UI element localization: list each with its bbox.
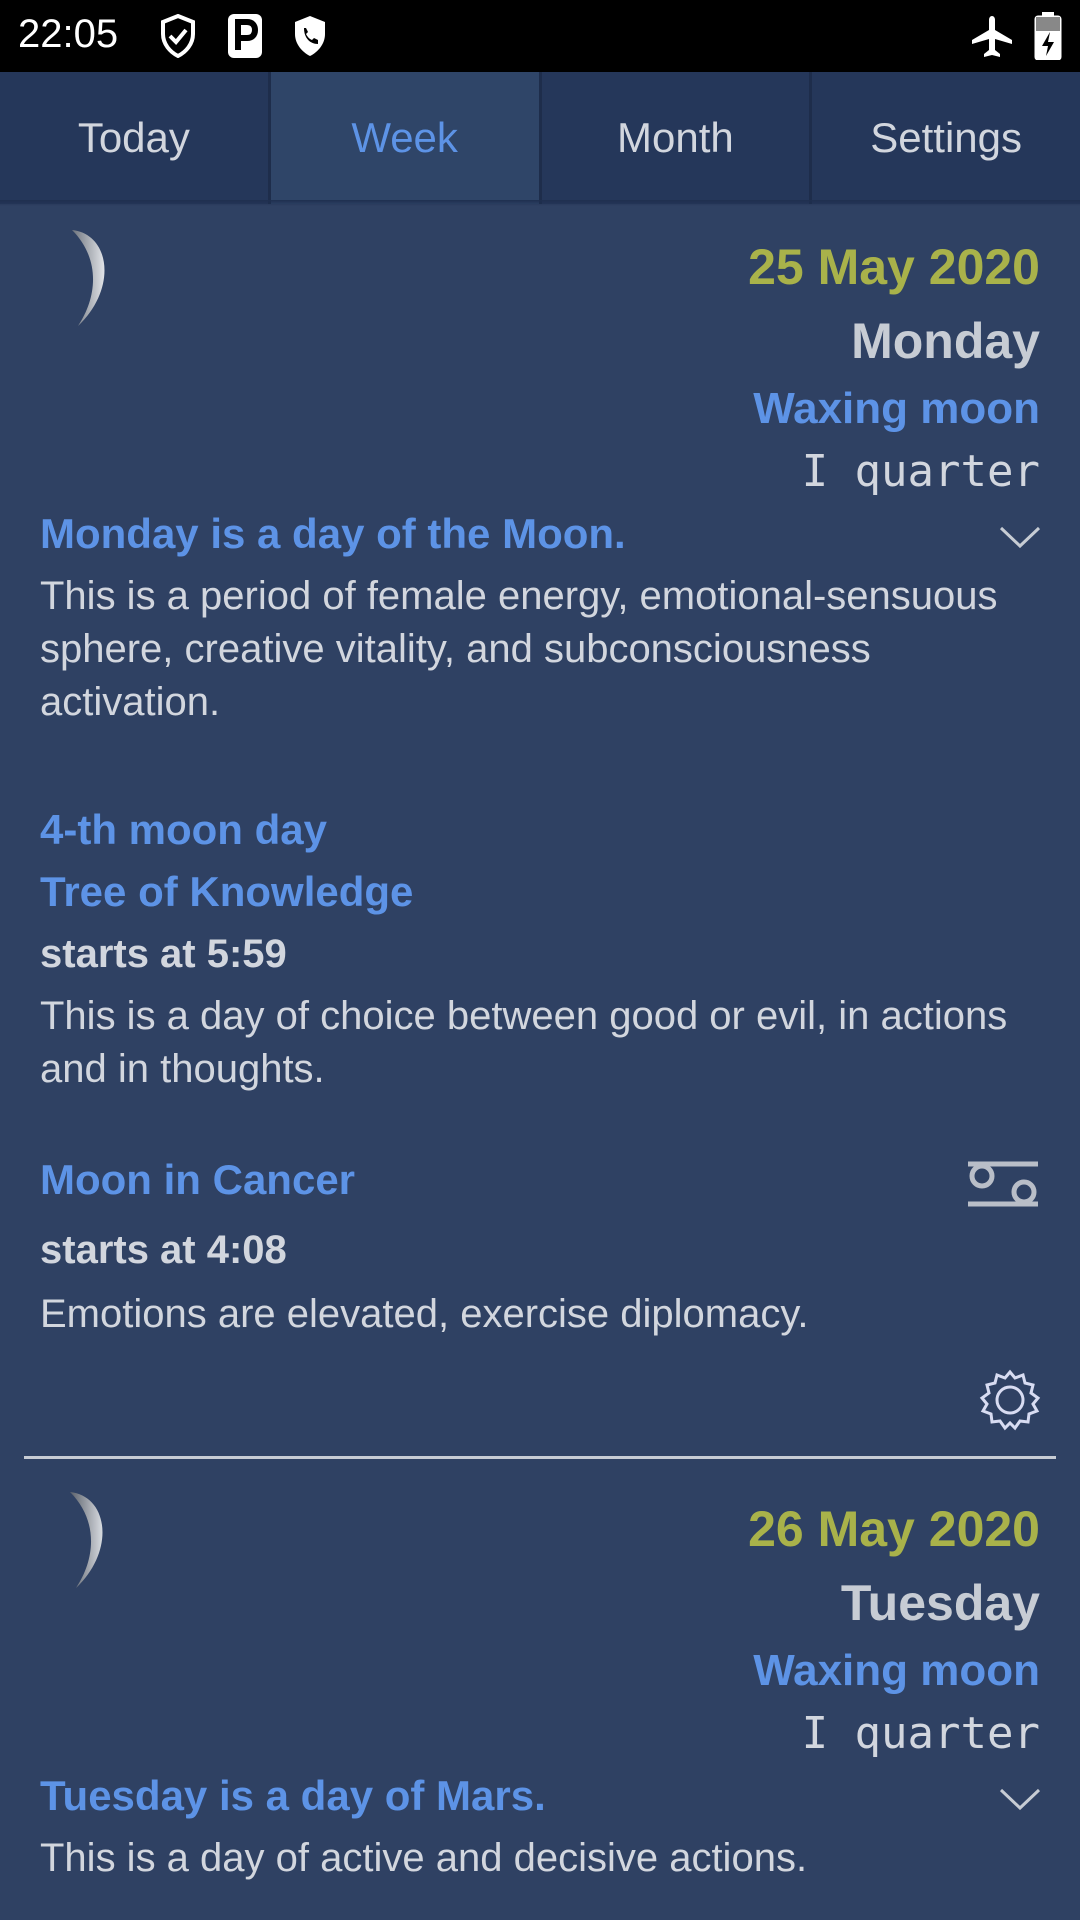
gear-icon[interactable] (978, 1368, 1042, 1437)
status-time: 22:05 (18, 12, 119, 56)
crescent-moon-icon (62, 228, 122, 333)
tab-bar: Today Week Month Settings (0, 72, 1080, 204)
shield-check-icon (160, 13, 196, 63)
moon-quarter-label: I quarter (801, 446, 1040, 497)
moon-sign-start: starts at 4:08 (40, 1228, 287, 1272)
moon-day-start: starts at 5:59 (40, 932, 287, 976)
date-label: 26 May 2020 (748, 1501, 1040, 1557)
weekday-label: Tuesday (840, 1575, 1040, 1631)
weekday-label: Monday (851, 313, 1040, 369)
moon-day-name: Tree of Knowledge (40, 868, 414, 915)
planet-day-heading: Monday is a day of the Moon. (40, 510, 626, 557)
moon-day-description: This is a day of choice between good or … (40, 994, 1008, 1091)
moon-phase-label: Waxing moon (753, 384, 1040, 433)
planet-day-description: This is a day of active and decisive act… (40, 1836, 808, 1880)
tab-month[interactable]: Month (542, 72, 813, 204)
moon-day-title: 4-th moon day (40, 806, 328, 853)
chevron-down-icon[interactable] (998, 524, 1042, 557)
moon-sign-description: Emotions are elevated, exercise diplomac… (40, 1292, 809, 1336)
chevron-down-icon[interactable] (998, 1786, 1042, 1819)
tab-today[interactable]: Today (0, 72, 271, 204)
moon-sign-title: Moon in Cancer (40, 1156, 356, 1203)
tab-settings[interactable]: Settings (812, 72, 1080, 204)
parking-icon (228, 14, 262, 63)
status-bar: 22:05 (0, 0, 1080, 72)
day-divider (24, 1456, 1056, 1459)
crescent-moon-icon (62, 1490, 122, 1595)
phone-shield-icon (292, 14, 328, 63)
tab-shadow (0, 200, 1080, 206)
airplane-icon (970, 14, 1014, 63)
moon-quarter-label: I quarter (801, 1708, 1040, 1759)
cancer-zodiac-icon (966, 1158, 1042, 1215)
battery-charging-icon (1034, 12, 1062, 65)
tab-week[interactable]: Week (270, 72, 542, 204)
date-label: 25 May 2020 (748, 239, 1040, 295)
planet-day-heading: Tuesday is a day of Mars. (40, 1772, 546, 1819)
planet-day-description: This is a period of female energy, emoti… (40, 574, 998, 724)
moon-phase-label: Waxing moon (753, 1646, 1040, 1695)
